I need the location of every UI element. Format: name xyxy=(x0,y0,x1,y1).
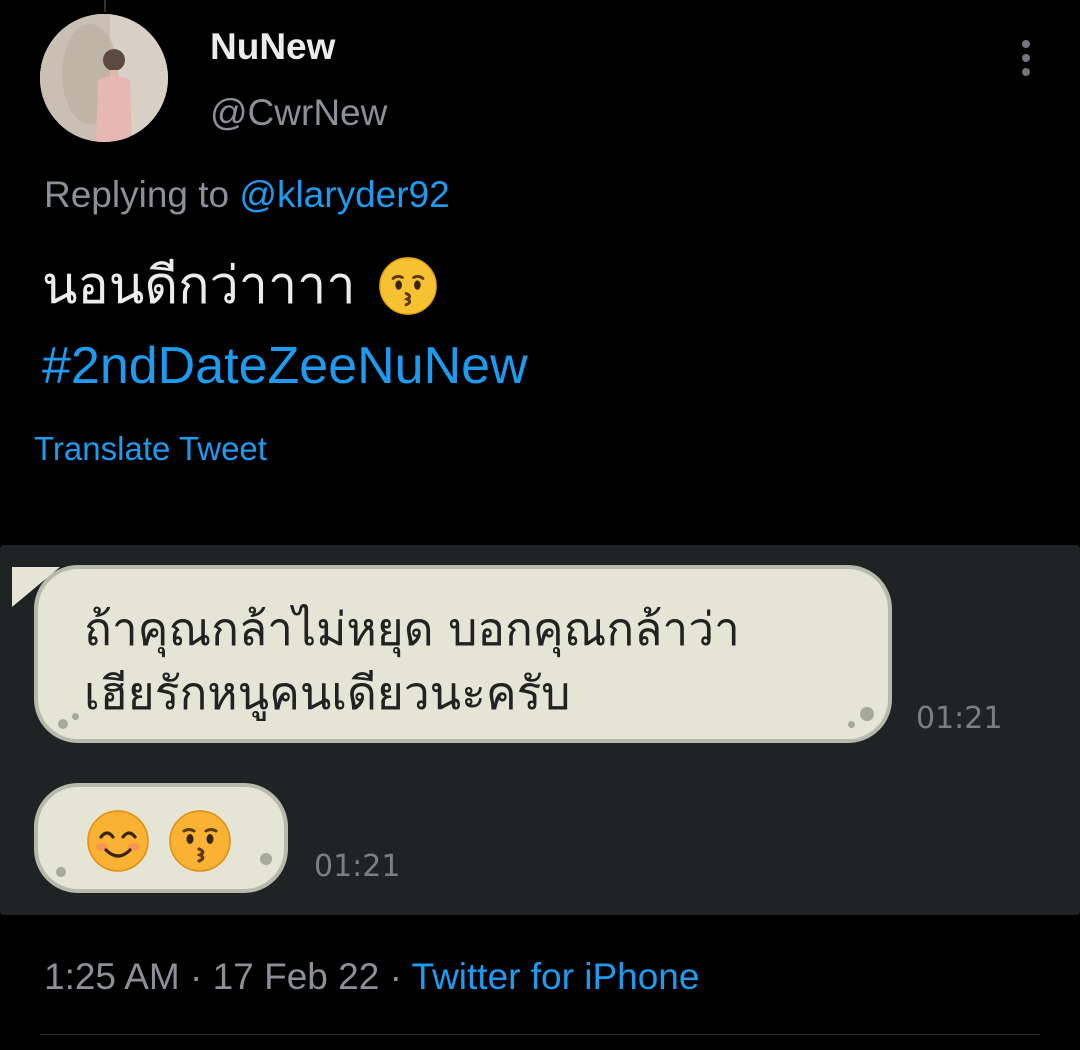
bubble-decoration xyxy=(848,721,855,728)
avatar-photo xyxy=(40,14,168,142)
more-dot xyxy=(1022,40,1030,48)
tweet-text: นอนดีกว่าาาา #2ndDateZeeNuNew xyxy=(42,246,528,406)
more-dot xyxy=(1022,54,1030,62)
replying-to: Replying to @klaryder92 xyxy=(44,174,450,216)
chat-bubble-tail xyxy=(12,567,60,607)
chat-message-line: ถ้าคุณกล้าไม่หยุด บอกคุณกล้าว่า xyxy=(84,602,740,656)
tweet-metadata: 1:25 AM · 17 Feb 22 · Twitter for iPhone xyxy=(44,956,699,998)
avatar[interactable] xyxy=(40,14,168,142)
display-name[interactable]: NuNew xyxy=(210,26,335,68)
replying-mention-link[interactable]: @klaryder92 xyxy=(239,174,449,215)
bubble-decoration xyxy=(860,707,874,721)
more-vertical-icon[interactable] xyxy=(1008,36,1044,80)
chat-message-time: 01:21 xyxy=(314,849,401,884)
bubble-decoration xyxy=(56,867,66,877)
chat-message-time: 01:21 xyxy=(916,701,1003,736)
translate-tweet-link[interactable]: Translate Tweet xyxy=(34,430,267,468)
bubble-decoration xyxy=(72,713,79,720)
chat-bubble-emoji xyxy=(34,783,288,893)
hashtag-link[interactable]: #2ndDateZeeNuNew xyxy=(42,326,528,406)
user-handle[interactable]: @CwrNew xyxy=(210,92,387,134)
chat-screenshot-image[interactable]: ถ้าคุณกล้าไม่หยุด บอกคุณกล้าว่า เฮียรักห… xyxy=(0,545,1080,915)
more-dot xyxy=(1022,68,1030,76)
replying-prefix: Replying to xyxy=(44,174,230,215)
bubble-decoration xyxy=(260,853,272,865)
divider xyxy=(40,1034,1040,1035)
chat-bubble-message: ถ้าคุณกล้าไม่หยุด บอกคุณกล้าว่า เฮียรักห… xyxy=(34,565,892,743)
bubble-decoration xyxy=(58,719,68,729)
meta-separator: · xyxy=(190,956,203,997)
chat-message-text: ถ้าคุณกล้าไม่หยุด บอกคุณกล้าว่า เฮียรักห… xyxy=(84,597,740,725)
tweet-time[interactable]: 1:25 AM xyxy=(44,956,180,997)
chat-message-line: เฮียรักหนูคนเดียวนะครับ xyxy=(84,666,571,720)
thread-connector-line xyxy=(104,0,106,12)
tweet-source-link[interactable]: Twitter for iPhone xyxy=(412,956,700,997)
smiling-face-emoji xyxy=(87,810,149,872)
kissing-face-emoji xyxy=(378,257,437,315)
meta-separator: · xyxy=(389,956,402,997)
kissing-face-emoji xyxy=(169,810,231,872)
tweet-text-line: นอนดีกว่าาาา xyxy=(42,257,356,315)
tweet-date[interactable]: 17 Feb 22 xyxy=(213,956,380,997)
